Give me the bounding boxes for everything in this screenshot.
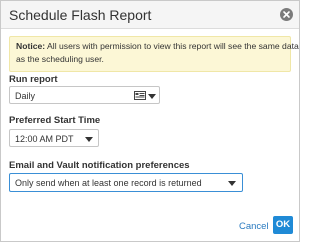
ok-button[interactable]: OK: [273, 216, 293, 234]
start-time-label: Preferred Start Time: [9, 115, 101, 126]
run-report-select[interactable]: Daily: [9, 86, 160, 104]
notice-banner: Notice: All users with permission to vie…: [9, 36, 299, 72]
start-time-value: 12:00 AM PDT: [15, 134, 74, 144]
calendar-icon: [134, 91, 146, 100]
cancel-button[interactable]: Cancel: [239, 221, 269, 232]
run-report-value: Daily: [15, 91, 36, 101]
run-report-label: Run report: [9, 74, 58, 85]
notification-preferences-label: Email and Vault notification preferences: [9, 160, 190, 171]
notice-prefix: Notice:: [16, 41, 46, 51]
start-time-select[interactable]: 12:00 AM PDT: [9, 129, 99, 147]
notification-preferences-select[interactable]: Only send when at least one record is re…: [9, 173, 243, 192]
chevron-down-icon: [228, 181, 236, 186]
notice-line-1: Notice: All users with permission to vie…: [16, 40, 299, 53]
schedule-flash-report-dialog: Schedule Flash Report Notice: All users …: [0, 0, 300, 242]
chevron-down-icon: [85, 137, 93, 142]
notice-line-2: as the scheduling user.: [16, 54, 104, 64]
notification-preferences-value: Only send when at least one record is re…: [15, 178, 202, 188]
close-icon[interactable]: [280, 8, 293, 21]
dialog-titlebar: Schedule Flash Report: [1, 1, 299, 29]
notice-text: All users with permission to view this r…: [45, 41, 299, 51]
chevron-down-icon: [148, 94, 156, 99]
dialog-title: Schedule Flash Report: [9, 7, 152, 23]
